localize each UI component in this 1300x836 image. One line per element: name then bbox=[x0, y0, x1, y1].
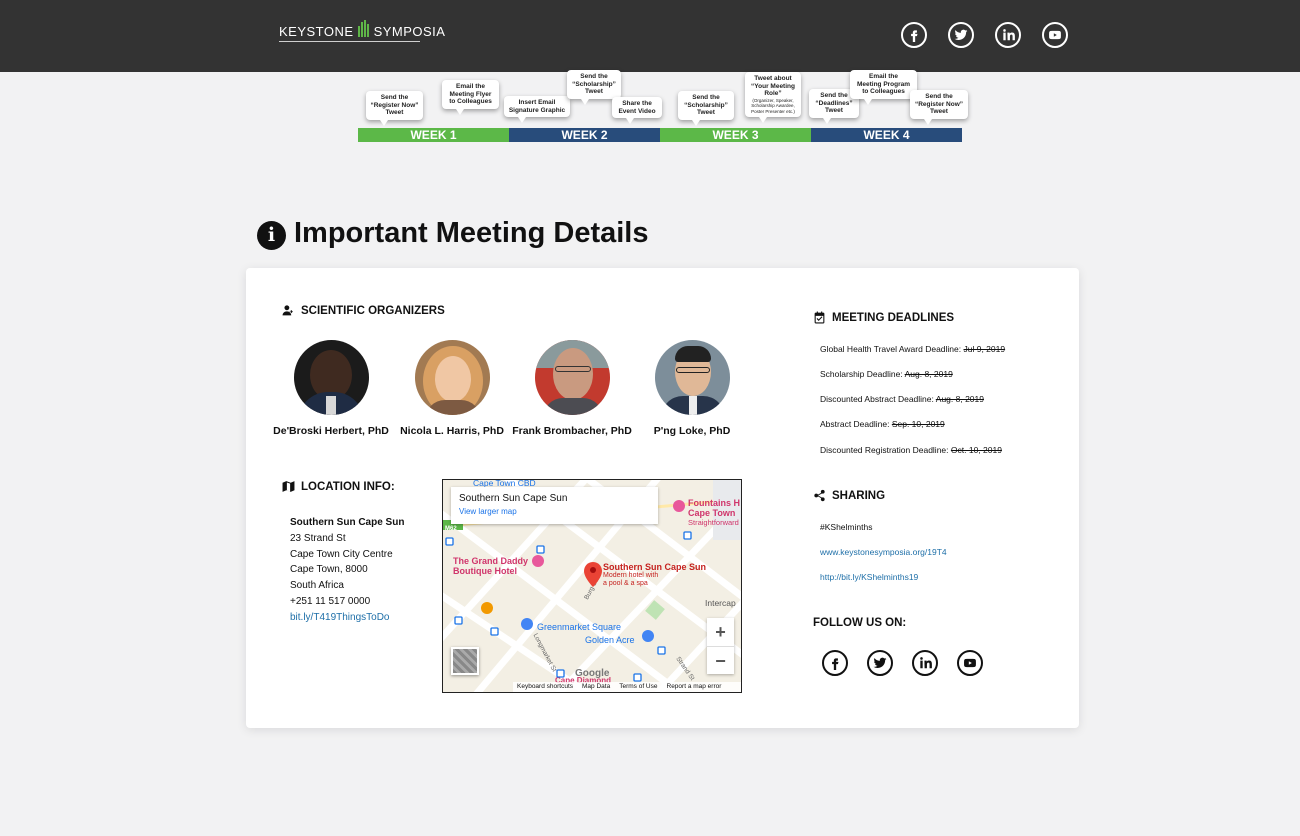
venue-phone: +251 11 517 0000 bbox=[290, 595, 371, 607]
map-icon bbox=[282, 481, 295, 492]
view-larger-map-link[interactable]: View larger map bbox=[459, 507, 650, 516]
organizer-name: P'ng Loke, PhD bbox=[653, 425, 731, 437]
deadline-date: Aug. 8, 2019 bbox=[935, 394, 984, 404]
organizer-card[interactable]: Frank Brombacher, PhD bbox=[512, 340, 632, 439]
logo-text-left: KEYSTONE bbox=[279, 24, 354, 39]
deadline-date: Aug. 8, 2019 bbox=[904, 369, 953, 379]
terms-link[interactable]: Terms of Use bbox=[619, 682, 657, 692]
organizer-photo bbox=[654, 340, 730, 415]
timeline-bubble: Email the Meeting Program to Colleagues bbox=[850, 70, 917, 104]
share-icon bbox=[814, 489, 825, 502]
linkedin-icon[interactable] bbox=[912, 650, 938, 676]
venue-area: Cape Town City Centre bbox=[290, 548, 393, 560]
deadlines-title: MEETING DEADLINES bbox=[832, 311, 955, 324]
location-map[interactable]: Cape Town CBD Fountains H Cape Town Stra… bbox=[442, 479, 742, 693]
deadline-date: Jul 9, 2019 bbox=[963, 344, 1006, 354]
info-icon: i bbox=[257, 221, 286, 250]
zoom-out-button[interactable]: − bbox=[707, 646, 734, 674]
user-group-icon bbox=[282, 305, 293, 316]
deadline-date: Sep. 10, 2019 bbox=[891, 419, 945, 429]
deadline-date: Oct. 10, 2019 bbox=[950, 445, 1002, 455]
timeline-bubble: Send the “Register Now” Tweet bbox=[910, 90, 968, 124]
organizer-card[interactable]: P'ng Loke, PhD bbox=[632, 340, 752, 439]
week-1-label: WEEK 1 bbox=[358, 128, 509, 142]
google-logo: Google bbox=[575, 668, 610, 679]
facebook-icon[interactable] bbox=[901, 22, 927, 48]
week-2-label: WEEK 2 bbox=[509, 128, 660, 142]
timeline-bubble: Send the “Scholarship” Tweet bbox=[678, 91, 734, 125]
organizers-title: SCIENTIFIC ORGANIZERS bbox=[301, 304, 445, 317]
things-to-do-link[interactable]: bit.ly/T419ThingsToDo bbox=[290, 610, 404, 626]
site-header bbox=[0, 0, 1300, 72]
organizer-photo bbox=[534, 340, 610, 415]
venue-city: Cape Town, 8000 bbox=[290, 564, 368, 576]
zoom-in-button[interactable]: + bbox=[707, 618, 734, 646]
location-title: LOCATION INFO: bbox=[301, 480, 395, 493]
deadline-item: Discounted Abstract Deadline: Aug. 8, 20… bbox=[820, 394, 984, 404]
hashtag: #KShelminths bbox=[820, 522, 873, 532]
map-place-title: Southern Sun Cape Sun bbox=[459, 493, 568, 504]
twitter-icon[interactable] bbox=[867, 650, 893, 676]
map-place-card: Southern Sun Cape Sun View larger map bbox=[451, 487, 658, 524]
report-error-link[interactable]: Report a map error bbox=[667, 682, 722, 692]
timeline-bubble: Send the “Scholarship” Tweet bbox=[567, 70, 621, 104]
logo-text-right: SYMPOSIA bbox=[373, 24, 446, 39]
satellite-toggle[interactable] bbox=[451, 647, 479, 675]
organizer-photo bbox=[414, 340, 490, 415]
follow-social-links bbox=[822, 650, 983, 676]
deadline-item: Global Health Travel Award Deadline: Jul… bbox=[820, 344, 1006, 354]
venue-name: Southern Sun Cape Sun bbox=[290, 517, 405, 528]
location-heading: LOCATION INFO: bbox=[282, 480, 395, 493]
page-title: Important Meeting Details bbox=[294, 217, 649, 249]
youtube-icon[interactable] bbox=[957, 650, 983, 676]
keyboard-shortcuts-link[interactable]: Keyboard shortcuts bbox=[517, 682, 573, 692]
timeline-bubble: Share the Event Video bbox=[612, 97, 662, 124]
hotel-pin-icon bbox=[584, 562, 602, 587]
organizer-photo bbox=[293, 340, 369, 415]
timeline-bubble: Send the “Register Now” Tweet bbox=[366, 91, 423, 125]
facebook-icon[interactable] bbox=[822, 650, 848, 676]
header-social-links bbox=[901, 22, 1068, 48]
deadline-item: Scholarship Deadline: Aug. 8, 2019 bbox=[820, 369, 953, 379]
follow-us-title: FOLLOW US ON: bbox=[813, 617, 907, 629]
organizer-name: De'Broski Herbert, PhD bbox=[273, 425, 389, 437]
map-footer: Keyboard shortcuts Map Data Terms of Use… bbox=[513, 682, 741, 692]
organizers-heading: SCIENTIFIC ORGANIZERS bbox=[282, 304, 445, 317]
sharing-heading: SHARING bbox=[813, 489, 885, 502]
venue-address: Southern Sun Cape Sun 23 Strand St Cape … bbox=[290, 515, 404, 626]
calendar-icon bbox=[814, 311, 825, 324]
linkedin-icon[interactable] bbox=[995, 22, 1021, 48]
organizer-name: Nicola L. Harris, PhD bbox=[400, 425, 504, 437]
logo-tree-icon bbox=[357, 20, 371, 37]
map-data-link[interactable]: Map Data bbox=[582, 682, 610, 692]
sharing-title: SHARING bbox=[832, 489, 886, 502]
timeline-bubble: Email the Meeting Flyer to Colleagues bbox=[442, 80, 499, 114]
week-3-label: WEEK 3 bbox=[660, 128, 811, 142]
venue-country: South Africa bbox=[290, 580, 344, 592]
timeline-bubble: Insert Email Signature Graphic bbox=[504, 96, 570, 123]
map-zoom-controls: + − bbox=[707, 618, 734, 674]
deadline-item: Abstract Deadline: Sep. 10, 2019 bbox=[820, 419, 945, 429]
venue-street: 23 Strand St bbox=[290, 532, 346, 544]
twitter-icon[interactable] bbox=[948, 22, 974, 48]
organizer-card[interactable]: De'Broski Herbert, PhD bbox=[271, 340, 391, 439]
organizer-name: Frank Brombacher, PhD bbox=[512, 425, 632, 437]
keystone-logo[interactable]: KEYSTONE SYMPOSIA bbox=[279, 20, 446, 40]
organizer-card[interactable]: Nicola L. Harris, PhD bbox=[392, 340, 512, 439]
timeline-bubble: Tweet about “Your Meeting Role” (Organizer… bbox=[745, 72, 801, 123]
share-link-bitly[interactable]: http://bit.ly/KShelminths19 bbox=[820, 572, 918, 582]
deadline-item: Discounted Registration Deadline: Oct. 1… bbox=[820, 445, 1002, 455]
youtube-icon[interactable] bbox=[1042, 22, 1068, 48]
logo-underline bbox=[279, 41, 420, 42]
share-link-keystone[interactable]: www.keystonesymposia.org/19T4 bbox=[820, 547, 947, 557]
week-4-label: WEEK 4 bbox=[811, 128, 962, 142]
deadlines-heading: MEETING DEADLINES bbox=[813, 311, 954, 324]
weeks-bar: WEEK 1 WEEK 2 WEEK 3 WEEK 4 bbox=[358, 128, 962, 142]
